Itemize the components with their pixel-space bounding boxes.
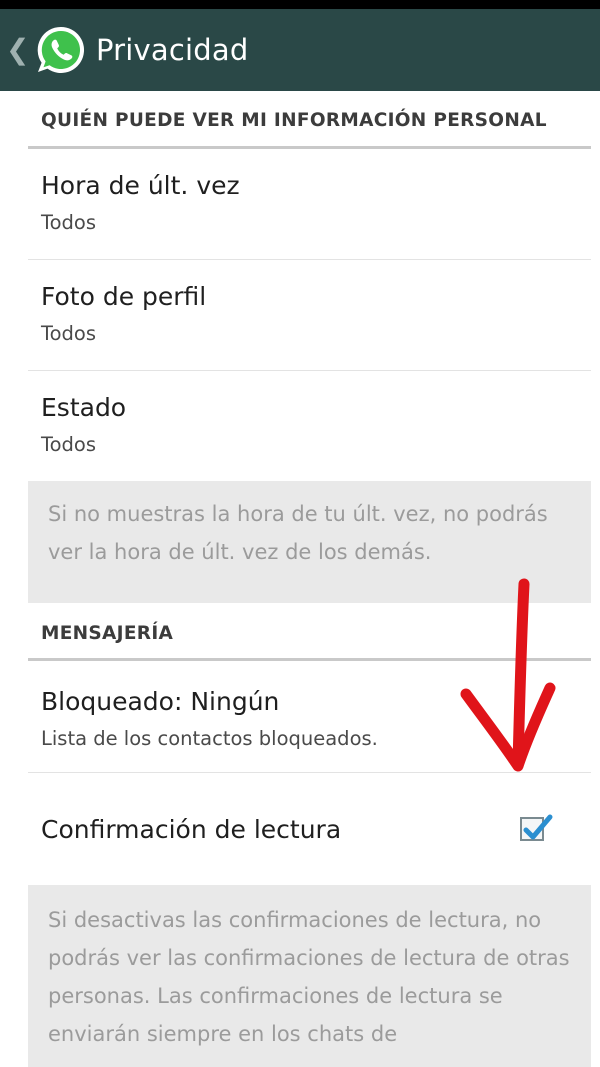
setting-status[interactable]: Estado Todos (28, 371, 591, 481)
read-receipts-info-note: Si desactivas las confirmaciones de lect… (28, 885, 591, 1067)
section-header-personal-info: QUIÉN PUEDE VER MI INFORMACIÓN PERSONAL (28, 91, 591, 149)
whatsapp-logo-icon[interactable] (34, 23, 88, 77)
setting-title: Estado (41, 393, 127, 422)
setting-title: Confirmación de lectura (41, 815, 342, 844)
setting-title: Hora de últ. vez (41, 171, 240, 200)
setting-last-seen[interactable]: Hora de últ. vez Todos (28, 149, 591, 260)
setting-read-receipts[interactable]: Confirmación de lectura (28, 773, 591, 885)
setting-value: Todos (41, 433, 96, 456)
checkmark-icon (523, 814, 553, 840)
setting-subtitle: Lista de los contactos bloqueados. (41, 727, 378, 750)
page-title: Privacidad (96, 33, 249, 67)
setting-title: Foto de perfil (41, 282, 207, 311)
setting-value: Todos (41, 211, 96, 234)
read-receipts-checkbox[interactable] (520, 814, 553, 841)
setting-title: Bloqueado: Ningún (41, 687, 280, 716)
setting-profile-photo[interactable]: Foto de perfil Todos (28, 260, 591, 371)
setting-value: Todos (41, 322, 96, 345)
red-arrow-down-icon (460, 578, 556, 772)
status-bar (0, 0, 600, 9)
chevron-left-icon[interactable]: ❮ (6, 36, 29, 64)
action-bar: ❮ Privacidad (0, 9, 600, 91)
